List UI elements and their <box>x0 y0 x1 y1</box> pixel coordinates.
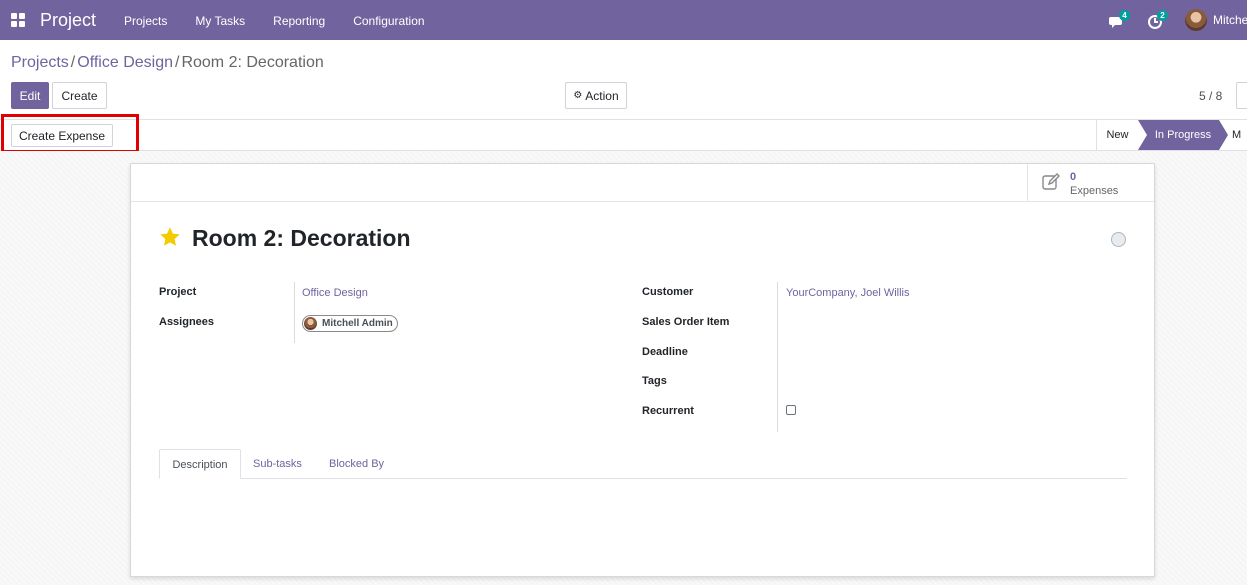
assignees-label: Assignees <box>159 316 215 328</box>
action-button[interactable]: ⚙ Action <box>565 82 627 109</box>
edit-pencil-icon <box>1042 173 1060 190</box>
record-title[interactable]: Room 2: Decoration <box>192 225 411 252</box>
tab-sub-tasks[interactable]: Sub-tasks <box>253 449 302 479</box>
form-statusbar: Create Expense New In Progress M <box>0 119 1247 151</box>
expenses-count: 0 <box>1070 171 1077 183</box>
assignee-tag[interactable]: Mitchell Admin <box>302 315 398 332</box>
star-icon[interactable] <box>159 226 181 248</box>
kanban-state-icon[interactable] <box>1111 232 1126 247</box>
recurrent-label: Recurrent <box>642 405 694 417</box>
gear-icon: ⚙ <box>573 90 583 101</box>
app-name[interactable]: Project <box>40 10 96 31</box>
create-expense-button[interactable]: Create Expense <box>11 124 113 147</box>
menu-my-tasks[interactable]: My Tasks <box>195 14 245 28</box>
assignee-name: Mitchell Admin <box>322 318 393 329</box>
menu-reporting[interactable]: Reporting <box>273 14 325 28</box>
project-field[interactable]: Office Design <box>302 287 368 299</box>
tab-description[interactable]: Description <box>159 449 241 479</box>
activity-menu[interactable]: 2 <box>1147 10 1168 30</box>
sales-order-label: Sales Order Item <box>642 316 730 328</box>
project-label: Project <box>159 286 197 298</box>
pager-value[interactable]: 5 / 8 <box>1199 89 1222 103</box>
menu-projects[interactable]: Projects <box>124 14 167 28</box>
apps-menu-icon[interactable] <box>11 13 25 27</box>
form-sheet: 0 Expenses Room 2: Decoration Project Of… <box>130 163 1155 577</box>
create-button[interactable]: Create <box>52 82 107 109</box>
messages-badge: 4 <box>1119 10 1130 21</box>
field-separator <box>777 282 778 432</box>
recurrent-checkbox[interactable] <box>786 405 796 415</box>
breadcrumb-office-design[interactable]: Office Design <box>77 54 173 71</box>
customer-field[interactable]: YourCompany, Joel Willis <box>786 287 910 299</box>
action-label: Action <box>585 88 619 103</box>
assignee-avatar <box>304 317 317 330</box>
user-avatar[interactable] <box>1185 9 1207 31</box>
breadcrumb-separator: / <box>70 54 76 71</box>
systray: 4 2 Mitchell Admin <box>1109 8 1247 32</box>
tab-blocked-by[interactable]: Blocked By <box>329 449 384 479</box>
expenses-smart-button[interactable]: 0 Expenses <box>1027 164 1154 202</box>
activities-badge: 2 <box>1157 10 1168 21</box>
menu-configuration[interactable]: Configuration <box>353 14 424 28</box>
stage-selector: New In Progress M <box>1096 120 1247 150</box>
stage-new[interactable]: New <box>1096 120 1138 150</box>
tags-label: Tags <box>642 375 667 387</box>
top-navbar: Project Projects My Tasks Reporting Conf… <box>0 0 1247 40</box>
breadcrumb-separator: / <box>175 54 180 71</box>
pager-previous-button[interactable] <box>1236 82 1247 109</box>
smart-button-box: 0 Expenses <box>131 164 1154 202</box>
deadline-label: Deadline <box>642 346 688 358</box>
user-name[interactable]: Mitchell Admin <box>1213 13 1247 27</box>
expenses-label: Expenses <box>1070 185 1119 197</box>
breadcrumb: Projects / Office Design / Room 2: Decoratio… <box>11 54 324 72</box>
edit-button[interactable]: Edit <box>11 82 49 109</box>
messaging-menu[interactable]: 4 <box>1109 10 1130 30</box>
main-menu: Projects My Tasks Reporting Configuratio… <box>124 14 453 28</box>
customer-label: Customer <box>642 286 694 298</box>
stage-in-progress[interactable]: In Progress <box>1138 120 1228 150</box>
breadcrumb-current: Room 2: Decoration <box>181 54 324 71</box>
field-separator <box>294 282 295 343</box>
notebook-tabs: Description Sub-tasks Blocked By <box>159 449 1127 479</box>
stage-next[interactable]: M <box>1232 129 1247 141</box>
breadcrumb-projects[interactable]: Projects <box>11 54 69 71</box>
